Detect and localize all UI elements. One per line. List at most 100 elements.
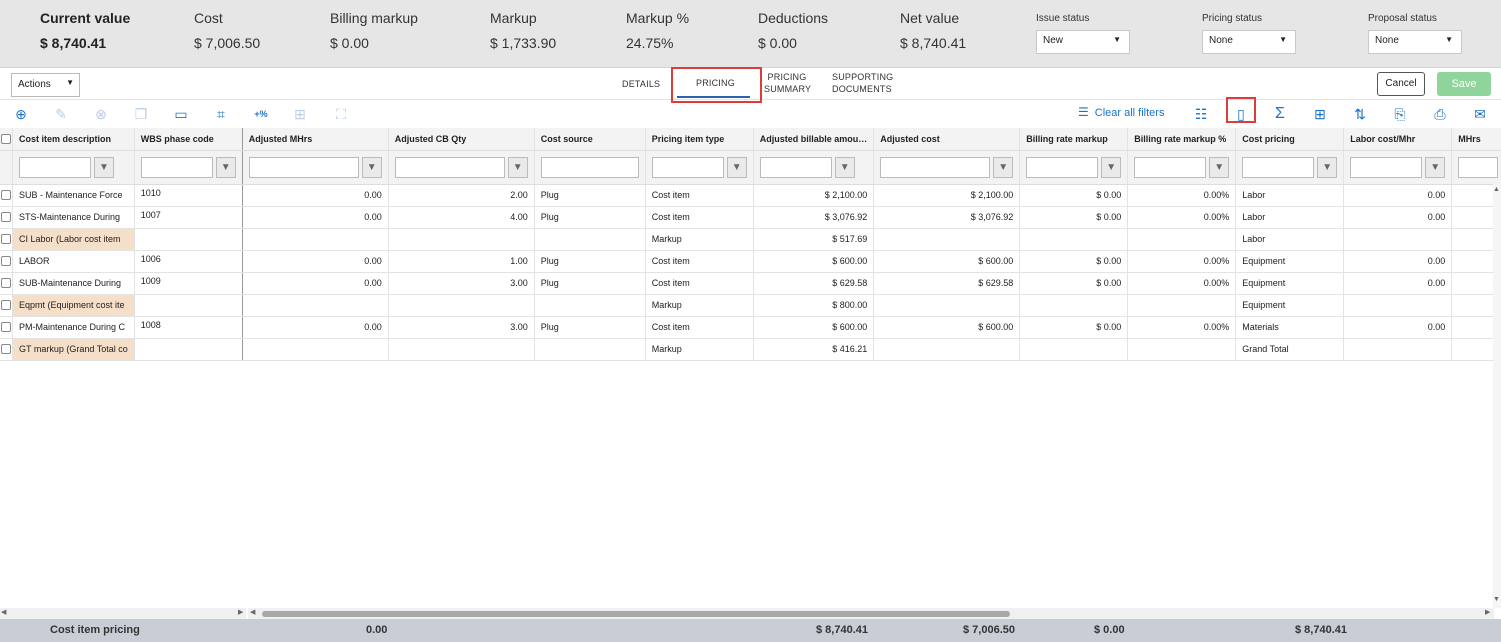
- cell-pricing-item-type[interactable]: Cost item: [645, 206, 754, 229]
- hierarchy-icon[interactable]: ⌗: [212, 105, 230, 123]
- cell-wbs-phase-code[interactable]: 1010: [134, 184, 243, 207]
- filter-input[interactable]: [1026, 156, 1099, 178]
- filter-icon[interactable]: ▼: [726, 156, 747, 178]
- cell-wbs-phase-code[interactable]: 1009: [134, 272, 243, 295]
- table-row[interactable]: SUB-Maintenance During 1009 0.00 3.00 Plug Co…: [0, 272, 1501, 295]
- cell-billing-rate-markup[interactable]: $ 0.00: [1019, 272, 1129, 295]
- filter-input[interactable]: [540, 156, 639, 178]
- cell-pricing-item-type[interactable]: Cost item: [645, 250, 754, 273]
- filter-input[interactable]: [880, 156, 991, 178]
- cell-billing-rate-markup[interactable]: [1019, 294, 1129, 317]
- cell-labor-cost-per-mhr[interactable]: 0.00: [1343, 272, 1453, 295]
- scroll-left-arrow-icon[interactable]: ◀: [250, 608, 255, 616]
- cell-cost-source[interactable]: Plug: [534, 272, 646, 295]
- cell-adjusted-cb-qty[interactable]: 3.00: [388, 272, 535, 295]
- export-icon[interactable]: ⎘: [1391, 105, 1409, 123]
- sum-icon[interactable]: Σ: [1271, 105, 1289, 123]
- cell-labor-cost-per-mhr[interactable]: [1343, 338, 1453, 361]
- cell-description[interactable]: SUB-Maintenance During: [12, 272, 135, 295]
- clear-all-filters-button[interactable]: ☰ Clear all filters: [1078, 105, 1164, 119]
- row-checkbox[interactable]: [1, 344, 11, 355]
- column-header[interactable]: Labor cost/Mhr: [1343, 128, 1453, 151]
- cell-description[interactable]: CI Labor (Labor cost item: [12, 228, 135, 251]
- row-checkbox[interactable]: [1, 190, 11, 201]
- cell-adjusted-mhrs[interactable]: [242, 338, 389, 361]
- cell-adjusted-mhrs[interactable]: 0.00: [242, 250, 389, 273]
- filter-icon[interactable]: ▼: [834, 156, 855, 178]
- delete-icon[interactable]: ⊗: [92, 105, 110, 123]
- scroll-left-arrow-icon[interactable]: ◀: [1, 608, 6, 616]
- actions-dropdown[interactable]: Actions ▼: [11, 73, 80, 97]
- cell-adjusted-cb-qty[interactable]: 4.00: [388, 206, 535, 229]
- cell-cost-source[interactable]: [534, 338, 646, 361]
- cell-cost-pricing[interactable]: Grand Total: [1235, 338, 1345, 361]
- column-header[interactable]: Billing rate markup: [1019, 128, 1129, 151]
- filter-icon[interactable]: ▼: [1317, 156, 1338, 178]
- cell-labor-cost-per-mhr[interactable]: 0.00: [1343, 250, 1453, 273]
- cell-pricing-item-type[interactable]: Markup: [645, 338, 754, 361]
- cell-pricing-item-type[interactable]: Cost item: [645, 184, 754, 207]
- cell-billing-rate-markup[interactable]: $ 0.00: [1019, 250, 1129, 273]
- filter-input[interactable]: [1242, 156, 1315, 178]
- table-row[interactable]: LABOR 1006 0.00 1.00 Plug Cost item $ 600.00 $ …: [0, 250, 1501, 273]
- cell-description[interactable]: SUB - Maintenance Force: [12, 184, 135, 207]
- scroll-right-arrow-icon[interactable]: ▶: [238, 608, 243, 616]
- filter-input[interactable]: [1458, 156, 1499, 178]
- row-checkbox[interactable]: [1, 300, 11, 311]
- cell-adjusted-mhrs[interactable]: 0.00: [242, 184, 389, 207]
- cell-wbs-phase-code[interactable]: [134, 338, 243, 361]
- scroll-down-arrow-icon[interactable]: ▼: [1493, 596, 1500, 603]
- cell-cost-pricing[interactable]: Equipment: [1235, 294, 1345, 317]
- cell-cost-source[interactable]: Plug: [534, 206, 646, 229]
- filter-icon[interactable]: ▼: [993, 156, 1014, 178]
- row-checkbox[interactable]: [1, 256, 11, 267]
- card-icon[interactable]: ▭: [172, 105, 190, 123]
- cell-adjusted-cost[interactable]: $ 629.58: [873, 272, 1021, 295]
- cancel-button[interactable]: Cancel: [1377, 72, 1425, 96]
- select-all-checkbox[interactable]: [1, 134, 11, 145]
- tab-pricing-summary[interactable]: PRICING SUMMARY: [764, 71, 811, 95]
- cell-billing-rate-markup-percent[interactable]: [1127, 294, 1237, 317]
- cell-cost-source[interactable]: [534, 228, 646, 251]
- cell-billing-rate-markup[interactable]: [1019, 338, 1129, 361]
- tab-details[interactable]: DETAILS: [622, 78, 660, 90]
- cell-adjusted-cb-qty[interactable]: 2.00: [388, 184, 535, 207]
- row-checkbox[interactable]: [1, 234, 11, 245]
- cell-adjusted-cb-qty[interactable]: 3.00: [388, 316, 535, 339]
- cell-adjusted-mhrs[interactable]: [242, 228, 389, 251]
- table-row[interactable]: STS-Maintenance During 1007 0.00 4.00 Plug Co…: [0, 206, 1501, 229]
- cell-adjusted-billable-amount[interactable]: $ 800.00: [753, 294, 875, 317]
- proposal-status-select[interactable]: None ▼: [1368, 30, 1462, 54]
- cell-adjusted-cost[interactable]: [873, 228, 1021, 251]
- table-row[interactable]: GT markup (Grand Total co Markup $ 416.21 G…: [0, 338, 1501, 361]
- cell-adjusted-billable-amount[interactable]: $ 3,076.92: [753, 206, 875, 229]
- cell-adjusted-cost[interactable]: $ 600.00: [873, 316, 1021, 339]
- comment-icon[interactable]: ✉: [1471, 105, 1489, 123]
- cell-adjusted-cb-qty[interactable]: 1.00: [388, 250, 535, 273]
- cell-labor-cost-per-mhr[interactable]: [1343, 294, 1453, 317]
- cell-pricing-item-type[interactable]: Markup: [645, 228, 754, 251]
- row-checkbox[interactable]: [1, 278, 11, 289]
- filter-input[interactable]: [1134, 156, 1207, 178]
- cell-cost-pricing[interactable]: Labor: [1235, 228, 1345, 251]
- cell-billing-rate-markup-percent[interactable]: [1127, 338, 1237, 361]
- filter-icon[interactable]: ▼: [361, 156, 382, 178]
- cell-adjusted-cb-qty[interactable]: [388, 228, 535, 251]
- table-row[interactable]: Eqpmt (Equipment cost ite Markup $ 800.00 E…: [0, 294, 1501, 317]
- filter-icon[interactable]: ▼: [215, 156, 236, 178]
- filter-icon[interactable]: ▼: [1101, 156, 1122, 178]
- row-checkbox[interactable]: [1, 322, 11, 333]
- add-icon[interactable]: ⊕: [12, 105, 30, 123]
- cell-adjusted-billable-amount[interactable]: $ 600.00: [753, 316, 875, 339]
- cell-adjusted-mhrs[interactable]: 0.00: [242, 206, 389, 229]
- column-header[interactable]: Cost source: [534, 128, 646, 151]
- column-header[interactable]: Adjusted billable amou…: [753, 128, 875, 151]
- cell-cost-pricing[interactable]: Equipment: [1235, 272, 1345, 295]
- filter-input[interactable]: [759, 156, 832, 178]
- cell-billing-rate-markup-percent[interactable]: [1127, 228, 1237, 251]
- cell-cost-source[interactable]: [534, 294, 646, 317]
- column-header[interactable]: Cost pricing: [1235, 128, 1345, 151]
- cell-billing-rate-markup-percent[interactable]: 0.00%: [1127, 272, 1237, 295]
- cell-adjusted-billable-amount[interactable]: $ 416.21: [753, 338, 875, 361]
- cell-cost-pricing[interactable]: Materials: [1235, 316, 1345, 339]
